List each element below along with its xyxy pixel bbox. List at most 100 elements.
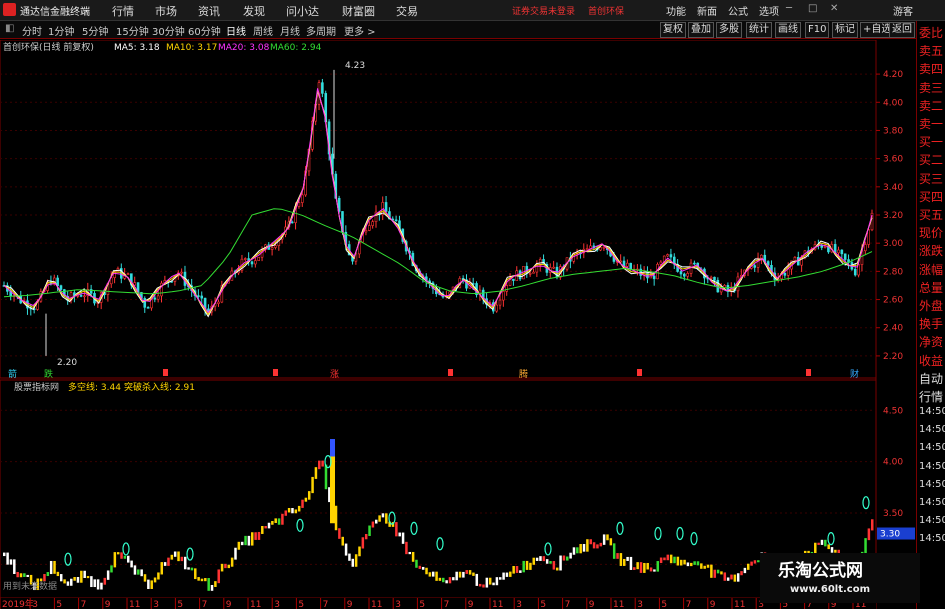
- indicator-bar: [167, 557, 170, 566]
- candle-body: [143, 298, 147, 308]
- period-month[interactable]: 月线: [280, 23, 300, 38]
- indicator-bar: [177, 551, 180, 562]
- period-multi[interactable]: 多周期: [306, 23, 336, 38]
- side-item[interactable]: 14:50: [919, 424, 945, 435]
- side-item[interactable]: 委比: [919, 24, 943, 41]
- side-item[interactable]: 14:50: [919, 515, 945, 526]
- indicator-bar: [871, 519, 874, 531]
- login-status[interactable]: 证券交易未登录: [512, 4, 575, 17]
- side-item[interactable]: 14:50: [919, 479, 945, 490]
- user-label[interactable]: 游客: [893, 3, 913, 18]
- toolbar-function[interactable]: 功能: [666, 3, 686, 18]
- collapse-icon[interactable]: ◧: [5, 23, 14, 34]
- side-item[interactable]: 买一: [919, 133, 943, 150]
- menu-market[interactable]: 市场: [155, 3, 177, 19]
- candle-body: [250, 261, 254, 265]
- side-item[interactable]: 现价: [919, 224, 943, 241]
- multi-stock-button[interactable]: 多股: [716, 22, 742, 38]
- restore-rights-button[interactable]: 复权: [660, 22, 686, 38]
- side-item[interactable]: 卖三: [919, 79, 943, 96]
- side-item[interactable]: 14:50: [919, 461, 945, 472]
- toolbar-new-page[interactable]: 新面: [697, 3, 717, 18]
- indicator-bar: [287, 507, 291, 513]
- period-60min[interactable]: 60分钟: [188, 23, 221, 38]
- menu-discover[interactable]: 发现: [243, 3, 265, 19]
- candle-body: [197, 295, 200, 297]
- candle-body: [217, 301, 220, 304]
- side-item[interactable]: 卖四: [919, 60, 943, 77]
- stock-name-tip[interactable]: 首创环保: [588, 4, 624, 17]
- indicator-bar: [623, 558, 626, 566]
- indicator-bar: [475, 573, 479, 586]
- grid-lines: [0, 73, 876, 565]
- side-item[interactable]: 卖一: [919, 115, 943, 132]
- toolbar-options[interactable]: 选项: [759, 3, 779, 18]
- draw-button[interactable]: 画线: [775, 22, 801, 38]
- stats-button[interactable]: 统计: [746, 22, 772, 38]
- indicator-bar: [237, 541, 241, 550]
- indicator-bar: [633, 567, 636, 570]
- menu-ask[interactable]: 问小达: [286, 3, 319, 19]
- date-label: 2019年: [2, 598, 34, 609]
- period-15min[interactable]: 15分钟: [116, 23, 149, 38]
- date-label: 7: [202, 600, 208, 609]
- indicator-bar: [589, 539, 592, 545]
- indicator-bar: [143, 574, 147, 582]
- side-item[interactable]: 买五: [919, 206, 943, 223]
- overlay-button[interactable]: 叠加: [688, 22, 714, 38]
- candle-body: [528, 272, 532, 275]
- period-tick[interactable]: 分时: [22, 23, 42, 38]
- side-item[interactable]: 14:50: [919, 442, 945, 453]
- sub-axis: 4.504.003.503.003.30: [877, 406, 915, 570]
- indicator-bar: [321, 460, 324, 467]
- menu-trade[interactable]: 交易: [396, 3, 418, 19]
- side-item[interactable]: 收益: [919, 352, 943, 369]
- indicator-bar: [170, 554, 174, 560]
- side-item[interactable]: 行情: [919, 388, 943, 405]
- side-item[interactable]: 涨跌: [919, 242, 943, 259]
- date-label: 3: [32, 600, 38, 609]
- menu-quotes[interactable]: 行情: [112, 3, 134, 19]
- indicator-bar: [251, 532, 254, 546]
- period-30min[interactable]: 30分钟: [152, 23, 185, 38]
- side-item[interactable]: 自动: [919, 370, 943, 387]
- mark-button[interactable]: 标记: [832, 22, 858, 38]
- event-mark: 箭: [8, 368, 17, 380]
- menu-wealth[interactable]: 财富圈: [342, 3, 375, 19]
- side-item[interactable]: 净资: [919, 333, 943, 350]
- minimize-icon[interactable]: ─: [786, 3, 792, 14]
- side-item[interactable]: 卖五: [919, 42, 943, 59]
- side-item[interactable]: 卖二: [919, 97, 943, 114]
- close-icon[interactable]: ✕: [830, 3, 838, 14]
- indicator-bar: [153, 577, 157, 583]
- kline-chart[interactable]: 4.20 4.00 3.80 3.60 3.40 3.20 3.00 2.80 2.60 2.40…: [0, 40, 916, 609]
- side-item[interactable]: 总量: [919, 279, 943, 296]
- side-item[interactable]: 买四: [919, 188, 943, 205]
- period-day[interactable]: 日线: [226, 23, 246, 38]
- period-week[interactable]: 周线: [253, 23, 273, 38]
- side-item[interactable]: 换手: [919, 315, 943, 332]
- indicator-bar: [636, 562, 639, 570]
- toolbar-formula[interactable]: 公式: [728, 3, 748, 18]
- event-mark: 腾: [519, 368, 528, 380]
- indicator-bar: [157, 572, 160, 580]
- side-item[interactable]: 14:50: [919, 406, 945, 417]
- side-item[interactable]: 涨幅: [919, 261, 943, 278]
- indicator-bar: [602, 534, 606, 545]
- f10-button[interactable]: F10: [805, 22, 830, 38]
- back-button[interactable]: 返回: [889, 22, 915, 38]
- side-item[interactable]: 14:50: [919, 497, 945, 508]
- period-more[interactable]: 更多 >: [344, 23, 376, 38]
- side-item[interactable]: 买二: [919, 151, 943, 168]
- indicator-bar: [713, 569, 716, 578]
- side-item[interactable]: 外盘: [919, 297, 943, 314]
- indicator-bar: [827, 544, 830, 550]
- side-item[interactable]: 买三: [919, 170, 943, 187]
- window-icon[interactable]: □: [808, 3, 817, 14]
- menu-news[interactable]: 资讯: [198, 3, 220, 19]
- watermark-url: www.60lt.com: [790, 584, 871, 595]
- period-5min[interactable]: 5分钟: [82, 23, 108, 38]
- period-1min[interactable]: 1分钟: [48, 23, 74, 38]
- side-item[interactable]: 14:50: [919, 533, 945, 544]
- event-mark: 涨: [330, 369, 339, 380]
